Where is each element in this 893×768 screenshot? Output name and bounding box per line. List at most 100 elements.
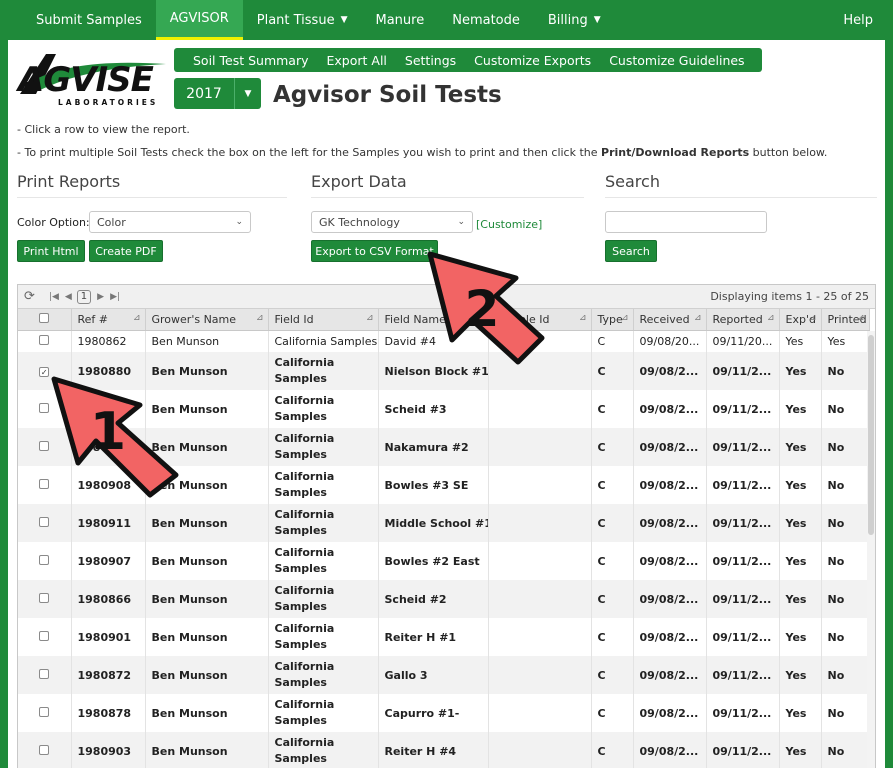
row-checkbox[interactable] bbox=[39, 516, 50, 527]
row-select-cell[interactable] bbox=[18, 580, 72, 618]
nav-nematode[interactable]: Nematode bbox=[438, 0, 534, 40]
table-row[interactable]: 1980878 Ben Munson California Samples Capur… bbox=[18, 694, 870, 732]
print-html-button[interactable]: Print Html bbox=[17, 240, 85, 262]
subnav-customize-guidelines[interactable]: Customize Guidelines bbox=[600, 53, 753, 68]
select-all-header[interactable] bbox=[18, 309, 72, 331]
grid-scrollbar[interactable] bbox=[867, 331, 875, 768]
table-row[interactable]: 1980901 Ben Munson California Samples Reite… bbox=[18, 618, 870, 656]
filter-icon[interactable]: ⊿ bbox=[621, 313, 629, 323]
select-all-checkbox[interactable] bbox=[39, 312, 50, 323]
cell-field-name: Bowles #3 SE bbox=[378, 466, 489, 504]
row-select-cell[interactable] bbox=[18, 504, 72, 542]
filter-icon[interactable]: ⊿ bbox=[767, 313, 775, 323]
nav-help[interactable]: Help bbox=[829, 0, 885, 40]
customize-link[interactable]: [Customize] bbox=[476, 218, 542, 231]
cell-exp: Yes bbox=[779, 656, 822, 694]
row-checkbox[interactable] bbox=[39, 334, 50, 345]
col-field-id[interactable]: Field Id ⊿ bbox=[268, 309, 379, 331]
export-csv-button[interactable]: Export to CSV Format bbox=[311, 240, 438, 262]
print-reports-title: Print Reports bbox=[17, 172, 287, 198]
col-grower[interactable]: Grower's Name ⊿ bbox=[145, 309, 269, 331]
col-exported[interactable]: Exp'd ⊿ bbox=[779, 309, 822, 331]
subnav-settings[interactable]: Settings bbox=[396, 53, 465, 68]
col-printed[interactable]: Printed ⊿ bbox=[821, 309, 870, 331]
annotation-arrow-1: 1 bbox=[51, 376, 179, 498]
nav-manure[interactable]: Manure bbox=[362, 0, 439, 40]
cell-ref: 1980872 bbox=[71, 656, 146, 694]
filter-icon[interactable]: ⊿ bbox=[579, 313, 587, 323]
cell-field-id: California Samples bbox=[268, 466, 379, 504]
cell-reported: 09/11/20... bbox=[706, 330, 780, 352]
row-select-cell[interactable] bbox=[18, 330, 72, 352]
row-select-cell[interactable] bbox=[18, 732, 72, 768]
cell-ref: 1980911 bbox=[71, 504, 146, 542]
row-select-cell[interactable] bbox=[18, 542, 72, 580]
filter-icon[interactable]: ⊿ bbox=[857, 313, 865, 323]
nav-agvisor[interactable]: AGVISOR bbox=[155, 0, 243, 40]
filter-icon[interactable]: ⊿ bbox=[256, 313, 264, 323]
subnav-customize-exports[interactable]: Customize Exports bbox=[465, 53, 600, 68]
export-format-select[interactable]: GK Technology ⌄ bbox=[311, 211, 473, 233]
row-checkbox[interactable] bbox=[39, 706, 50, 717]
cell-received: 09/08/2... bbox=[633, 390, 707, 428]
cell-type: C bbox=[591, 542, 634, 580]
subnav-export-all[interactable]: Export All bbox=[318, 53, 396, 68]
instruction-text: - To print multiple Soil Tests check the… bbox=[17, 146, 602, 159]
row-select-cell[interactable] bbox=[18, 656, 72, 694]
search-button[interactable]: Search bbox=[605, 240, 657, 262]
table-row[interactable]: 1980866 Ben Munson California Samples Schei… bbox=[18, 580, 870, 618]
filter-icon[interactable]: ⊿ bbox=[133, 313, 141, 323]
caret-down-icon[interactable]: ▼ bbox=[235, 78, 261, 109]
nav-submit-samples[interactable]: Submit Samples bbox=[8, 0, 156, 40]
filter-icon[interactable]: ⊿ bbox=[694, 313, 702, 323]
row-checkbox[interactable] bbox=[39, 554, 50, 565]
row-select-cell[interactable] bbox=[18, 618, 72, 656]
row-checkbox[interactable] bbox=[39, 592, 50, 603]
col-received[interactable]: Received ⊿ bbox=[633, 309, 707, 331]
cell-exp: Yes bbox=[779, 732, 822, 768]
first-page-icon[interactable]: |◀ bbox=[49, 292, 59, 302]
nav-billing[interactable]: Billing ▼ bbox=[534, 0, 615, 40]
top-nav: Submit Samples AGVISOR Plant Tissue ▼ Man… bbox=[8, 0, 885, 40]
col-label: Grower's Name bbox=[151, 312, 237, 326]
nav-plant-tissue[interactable]: Plant Tissue ▼ bbox=[243, 0, 362, 40]
col-ref[interactable]: Ref # ⊿ bbox=[71, 309, 146, 331]
cell-exp: Yes bbox=[779, 428, 822, 466]
chevron-down-icon: ⌄ bbox=[457, 217, 465, 227]
display-count: Displaying items 1 - 25 of 25 bbox=[710, 290, 869, 303]
refresh-icon[interactable]: ⟳ bbox=[24, 289, 35, 304]
table-row[interactable]: 1980911 Ben Munson California Samples Middl… bbox=[18, 504, 870, 542]
last-page-icon[interactable]: ▶| bbox=[110, 292, 120, 302]
col-type[interactable]: Type ⊿ bbox=[591, 309, 634, 331]
table-row[interactable]: 1980872 Ben Munson California Samples Gallo… bbox=[18, 656, 870, 694]
row-select-cell[interactable] bbox=[18, 694, 72, 732]
col-reported[interactable]: Reported ⊿ bbox=[706, 309, 780, 331]
create-pdf-button[interactable]: Create PDF bbox=[89, 240, 163, 262]
cell-received: 09/08/2... bbox=[633, 694, 707, 732]
agvise-logo[interactable]: AGVISE LABORATORIES bbox=[16, 50, 166, 110]
year-selector[interactable]: 2017 ▼ bbox=[174, 78, 261, 109]
filter-icon[interactable]: ⊿ bbox=[366, 313, 374, 323]
cell-received: 09/08/2... bbox=[633, 618, 707, 656]
color-option-select[interactable]: Color ⌄ bbox=[89, 211, 251, 233]
cell-field-id: California Samples bbox=[268, 428, 379, 466]
scrollbar-thumb[interactable] bbox=[868, 335, 874, 535]
cell-field-name: Reiter H #4 bbox=[378, 732, 489, 768]
table-row[interactable]: 1980903 Ben Munson California Samples Reite… bbox=[18, 732, 870, 768]
search-input[interactable] bbox=[605, 211, 767, 233]
row-checkbox[interactable] bbox=[39, 630, 50, 641]
cell-received: 09/08/20... bbox=[633, 330, 707, 352]
row-checkbox[interactable] bbox=[39, 668, 50, 679]
prev-page-icon[interactable]: ◀ bbox=[65, 292, 72, 302]
cell-ref: 1980862 bbox=[71, 330, 146, 352]
cell-printed: Yes bbox=[821, 330, 870, 352]
cell-field-name: Scheid #2 bbox=[378, 580, 489, 618]
subnav-soil-test-summary[interactable]: Soil Test Summary bbox=[184, 53, 318, 68]
cell-received: 09/08/2... bbox=[633, 352, 707, 390]
page-number[interactable]: 1 bbox=[76, 289, 92, 304]
next-page-icon[interactable]: ▶ bbox=[97, 292, 104, 302]
table-row[interactable]: 1980907 Ben Munson California Samples Bowle… bbox=[18, 542, 870, 580]
filter-icon[interactable]: ⊿ bbox=[809, 313, 817, 323]
row-checkbox[interactable] bbox=[39, 744, 50, 755]
year-value[interactable]: 2017 bbox=[174, 78, 235, 109]
